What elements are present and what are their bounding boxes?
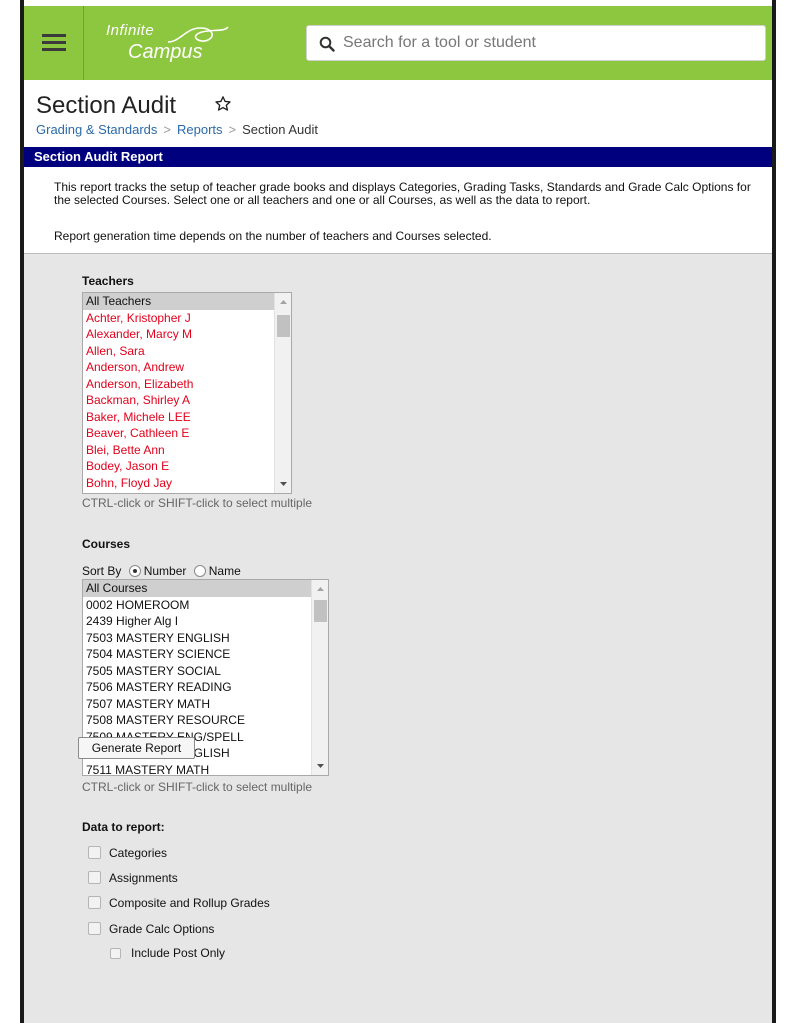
sort-name-label[interactable]: Name <box>209 564 241 578</box>
list-item[interactable]: Alexander, Marcy M <box>83 326 291 343</box>
report-description-note: Report generation time depends on the nu… <box>54 229 492 243</box>
composite-label: Composite and Rollup Grades <box>109 896 270 910</box>
categories-checkbox[interactable] <box>88 846 101 859</box>
assignments-label: Assignments <box>109 871 178 885</box>
list-item[interactable]: Backman, Shirley A <box>83 392 291 409</box>
list-item[interactable]: Anderson, Elizabeth <box>83 376 291 393</box>
sort-number-radio[interactable] <box>128 565 141 577</box>
top-bar: Infinite Campus <box>24 6 772 80</box>
courses-hint: CTRL-click or SHIFT-click to select mult… <box>82 780 313 794</box>
scroll-down-icon[interactable] <box>312 759 329 773</box>
logo-line1: Infinite <box>106 22 155 39</box>
include-post-label: Include Post Only <box>131 946 226 960</box>
breadcrumb-grading-standards[interactable]: Grading & Standards <box>36 122 157 137</box>
grade-calc-option[interactable]: Grade Calc Options <box>88 922 214 936</box>
scroll-up-icon[interactable] <box>312 582 329 596</box>
sort-number-label[interactable]: Number <box>144 564 187 578</box>
infinite-campus-logo[interactable]: Infinite Campus <box>104 22 254 66</box>
page-title: Section Audit <box>36 92 177 119</box>
list-item[interactable]: 7507 MASTERY MATH <box>83 696 328 713</box>
assignments-option[interactable]: Assignments <box>88 871 178 885</box>
generate-report-button[interactable]: Generate Report <box>78 737 195 759</box>
teachers-hint: CTRL-click or SHIFT-click to select mult… <box>82 496 313 510</box>
list-item[interactable]: 7503 MASTERY ENGLISH <box>83 630 328 647</box>
composite-option[interactable]: Composite and Rollup Grades <box>88 896 270 910</box>
list-item[interactable]: Beaver, Cathleen E <box>83 425 291 442</box>
app-frame: Infinite Campus Section Audit Grading & … <box>20 0 776 1023</box>
grade-calc-label: Grade Calc Options <box>109 922 215 936</box>
search-box[interactable] <box>306 25 766 61</box>
favorite-star-icon[interactable] <box>214 95 232 113</box>
teachers-option-all[interactable]: All Teachers <box>83 293 291 310</box>
courses-sort-by: Sort By Number Name <box>82 564 241 578</box>
sort-name-radio[interactable] <box>193 565 206 577</box>
report-description: This report tracks the setup of teacher … <box>54 180 751 207</box>
list-item[interactable]: 7504 MASTERY SCIENCE <box>83 646 328 663</box>
list-item[interactable]: 7508 MASTERY RESOURCE <box>83 712 328 729</box>
list-item[interactable]: Blei, Bette Ann <box>83 442 291 459</box>
list-item[interactable]: 7506 MASTERY READING <box>83 679 328 696</box>
courses-option-all[interactable]: All Courses <box>83 580 328 597</box>
logo-line2: Campus <box>128 41 203 63</box>
assignments-checkbox[interactable] <box>88 871 101 884</box>
categories-option[interactable]: Categories <box>88 846 167 860</box>
teachers-scroll-thumb[interactable] <box>277 315 290 337</box>
list-item[interactable]: Bodey, Jason E <box>83 458 291 475</box>
breadcrumb-reports[interactable]: Reports <box>177 122 223 137</box>
list-item[interactable]: 7505 MASTERY SOCIAL <box>83 663 328 680</box>
report-header: Section Audit Report <box>24 147 772 167</box>
composite-checkbox[interactable] <box>88 896 101 909</box>
breadcrumb-separator-icon: > <box>228 122 237 137</box>
list-item[interactable]: Achter, Kristopher J <box>83 310 291 327</box>
grade-calc-checkbox[interactable] <box>88 922 101 935</box>
courses-scroll-thumb[interactable] <box>314 600 327 622</box>
courses-label: Courses <box>82 537 131 551</box>
list-item[interactable]: 7511 MASTERY MATH <box>83 762 328 776</box>
breadcrumb-separator-icon: > <box>163 122 171 137</box>
breadcrumb-current: Section Audit <box>242 122 319 137</box>
list-item[interactable]: 0002 HOMEROOM <box>83 597 328 614</box>
list-item[interactable]: Anderson, Andrew <box>83 359 291 376</box>
data-to-report-label: Data to report: <box>82 820 165 834</box>
list-item[interactable]: Baker, Michele LEE <box>83 409 291 426</box>
teachers-listbox[interactable]: All Teachers Achter, Kristopher J Alexande… <box>82 292 292 494</box>
menu-icon[interactable] <box>24 6 84 80</box>
breadcrumb: Grading & Standards > Reports > Section Audi… <box>36 122 318 137</box>
include-post-option[interactable]: Include Post Only <box>110 946 225 960</box>
list-item[interactable]: Allen, Sara <box>83 343 291 360</box>
categories-label: Categories <box>109 846 168 860</box>
list-item[interactable]: Bohn, Floyd Jay <box>83 475 291 492</box>
teachers-scrollbar[interactable] <box>274 293 291 493</box>
search-input[interactable] <box>343 26 759 60</box>
include-post-checkbox[interactable] <box>110 948 121 959</box>
sort-by-label: Sort By <box>82 564 122 578</box>
scroll-down-icon[interactable] <box>275 477 292 491</box>
scroll-up-icon[interactable] <box>275 295 292 309</box>
teachers-label: Teachers <box>82 274 134 288</box>
courses-scrollbar[interactable] <box>311 580 328 775</box>
search-icon <box>319 36 335 52</box>
list-item[interactable]: 2439 Higher Alg I <box>83 613 328 630</box>
